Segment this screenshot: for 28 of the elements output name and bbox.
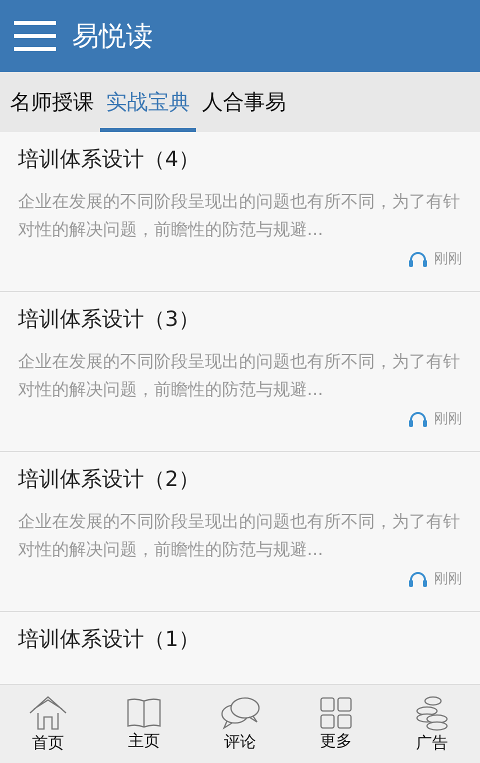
article-title[interactable]: 培训体系设计（1） — [18, 624, 462, 654]
article-title[interactable]: 培训体系设计（3） — [18, 304, 462, 334]
article-summary: 企业在发展的不同阶段呈现出的问题也有所不同，为了有针对性的解决问题，前瞻性的防范与规避... — [18, 511, 461, 562]
nav-item[interactable]: 广告 — [392, 694, 472, 754]
grid-icon — [320, 696, 352, 728]
speech-bubbles-icon — [219, 696, 261, 730]
nav-item[interactable]: 评论 — [200, 696, 280, 752]
article-summary: 企业在发展的不同阶段呈现出的问题也有所不同，为了有针对性的解决问题，前瞻性的防范与规避... — [18, 351, 461, 402]
article-title[interactable]: 培训体系设计（2） — [18, 464, 462, 494]
headphones-icon — [408, 571, 428, 587]
coins-icon — [415, 694, 449, 730]
article-time: 刚刚 — [434, 250, 462, 268]
book-icon — [126, 696, 162, 728]
headphones-icon — [408, 251, 428, 267]
home-icon — [28, 694, 68, 730]
category-tab[interactable]: 名师授课 — [4, 72, 100, 132]
headphones-icon — [408, 411, 428, 427]
nav-item[interactable]: 主页 — [104, 696, 184, 752]
nav-item[interactable]: 首页 — [8, 694, 88, 754]
article-title[interactable]: 培训体系设计（4） — [18, 144, 462, 174]
category-tab[interactable]: 实战宝典 — [100, 72, 196, 132]
article-time: 刚刚 — [434, 410, 462, 428]
nav-item[interactable]: 更多 — [296, 696, 376, 752]
article-summary: 企业在发展的不同阶段呈现出的问题也有所不同，为了有针对性的解决问题，前瞻性的防范与规避... — [18, 191, 461, 242]
app-title: 易悦读 — [72, 20, 153, 54]
menu-icon[interactable] — [14, 21, 56, 51]
article-time: 刚刚 — [434, 570, 462, 588]
category-tab[interactable]: 人合事易 — [196, 72, 292, 132]
